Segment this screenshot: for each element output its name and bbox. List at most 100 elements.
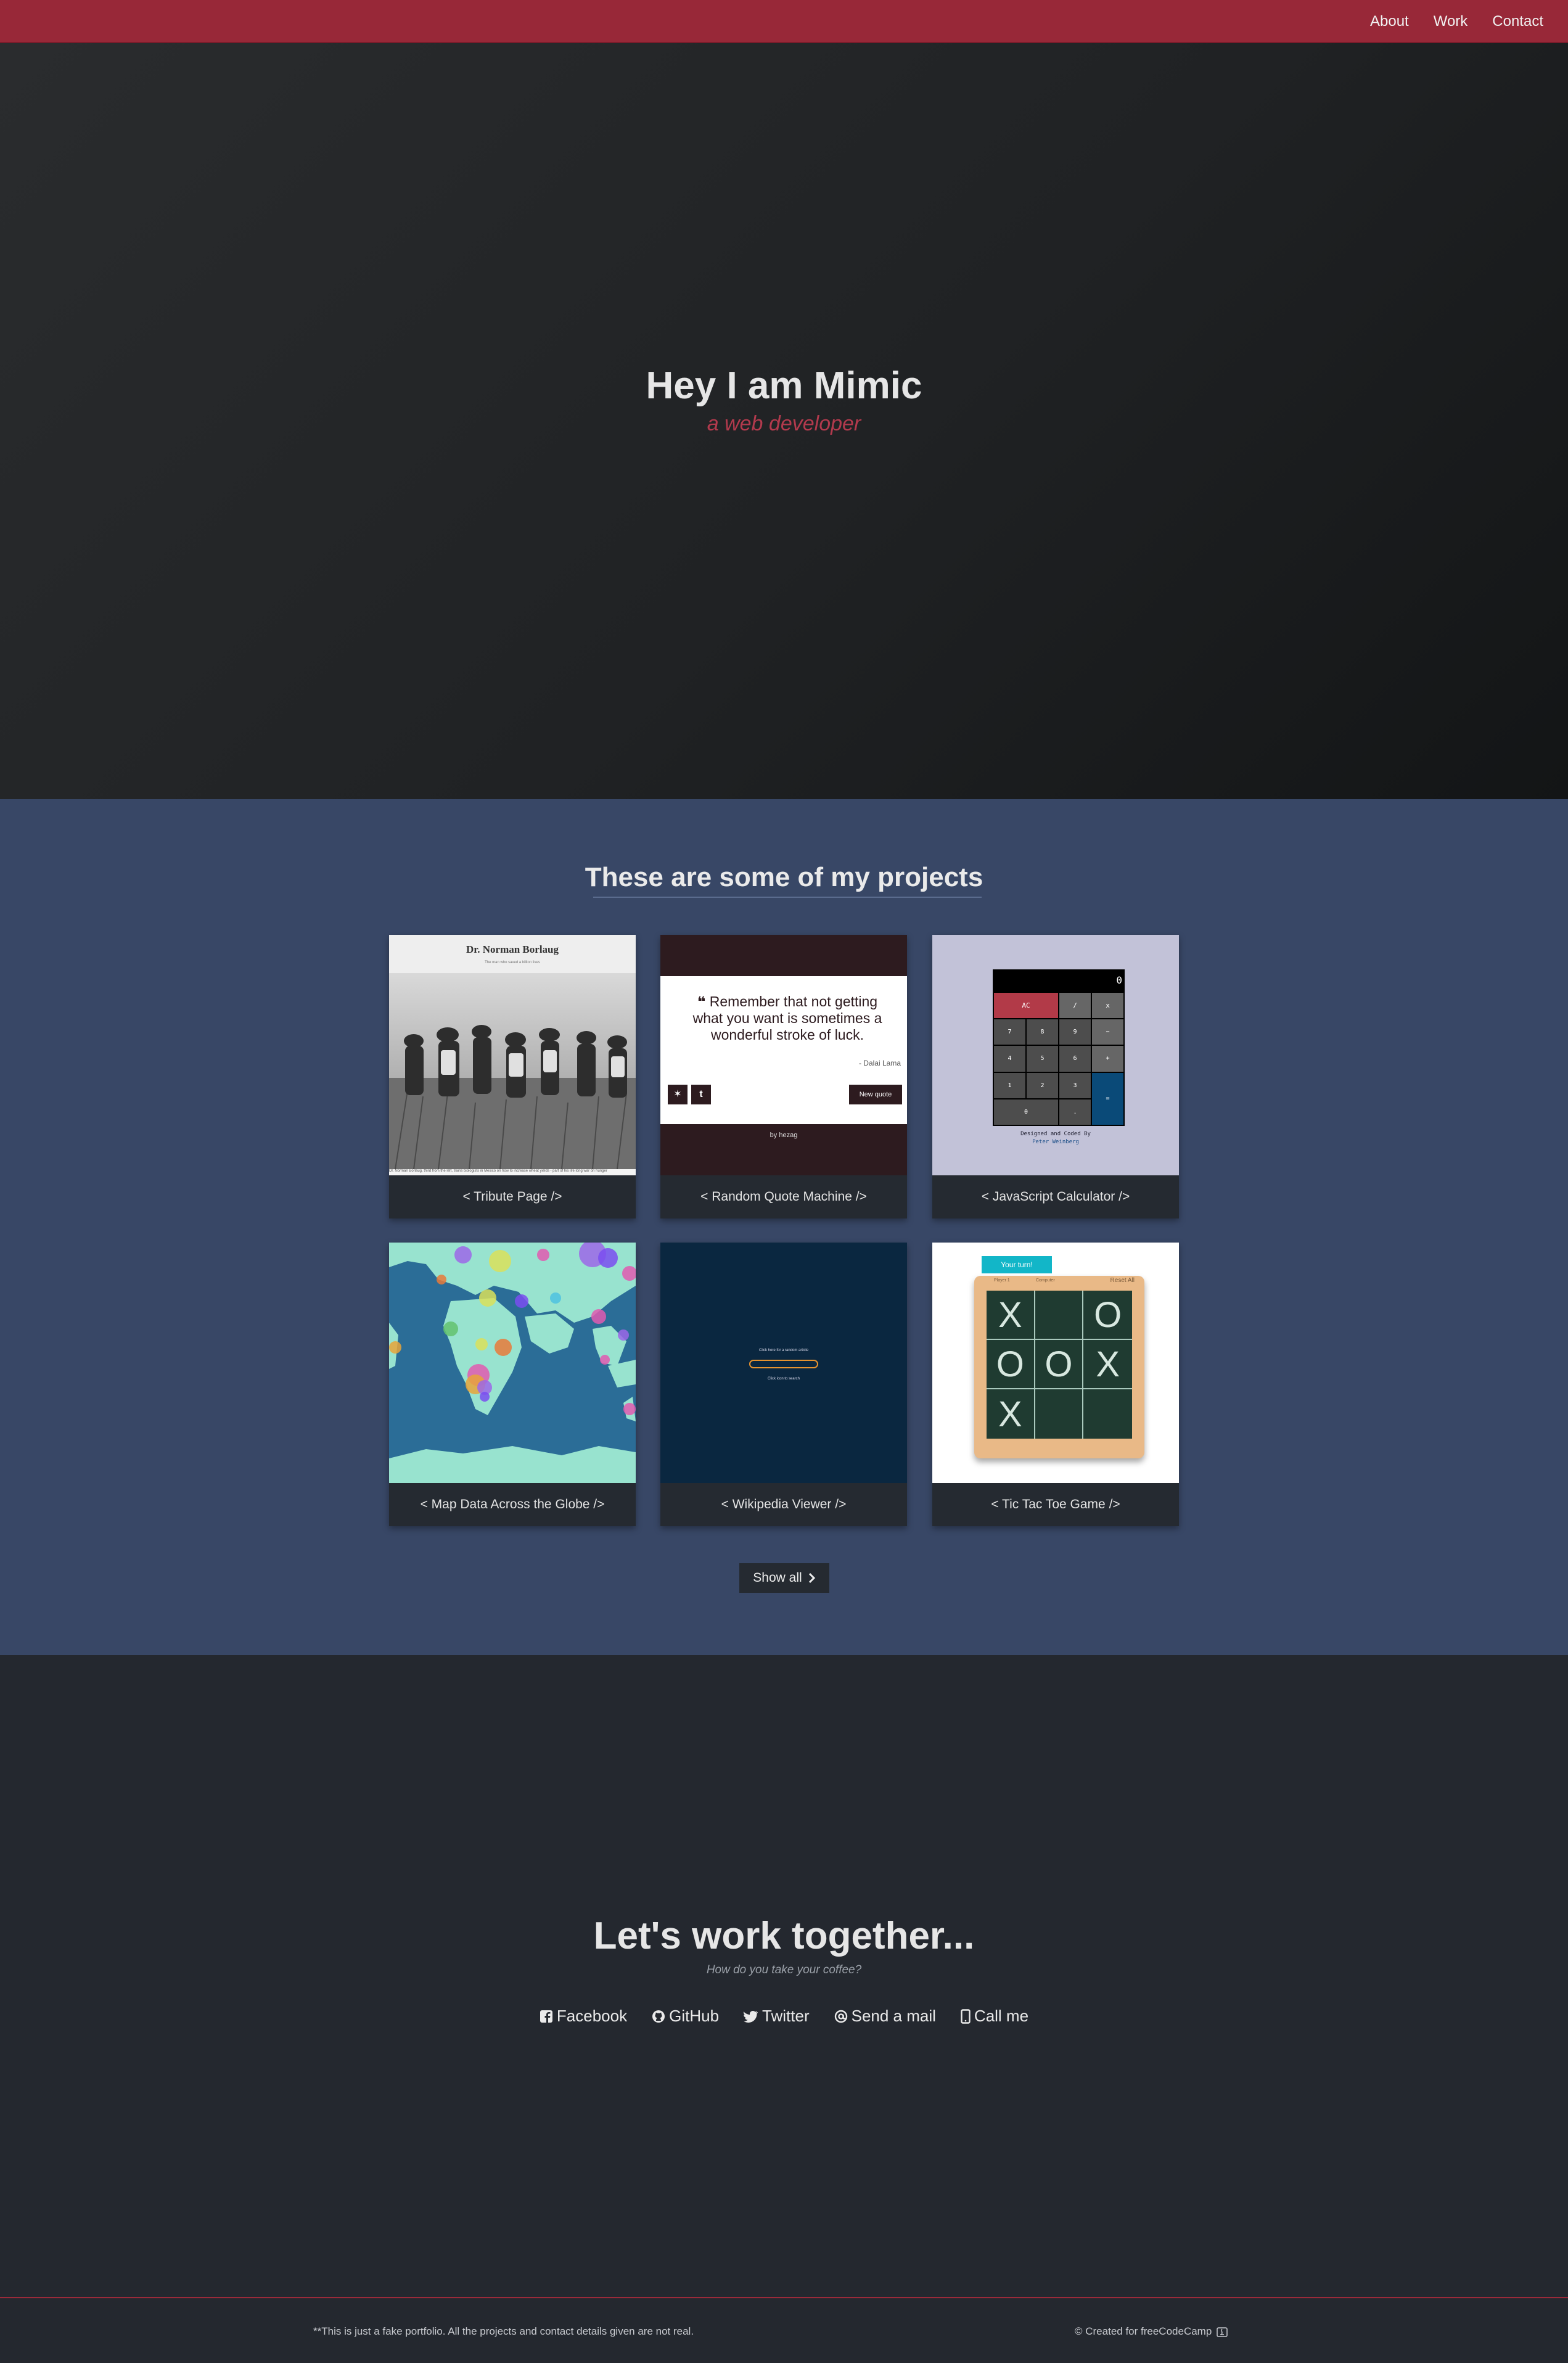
turn-indicator: Your turn! xyxy=(982,1256,1052,1273)
contact-title: Let's work together... xyxy=(593,1915,975,1957)
project-screenshot: Dr. Norman Borlaug The man who saved a b… xyxy=(389,935,636,1175)
github-icon xyxy=(652,2010,665,2023)
project-screenshot: 0 AC / x 7 8 9 − 4 5 6 + 1 2 3 = 0 . Des… xyxy=(932,935,1179,1175)
email-label: Send a mail xyxy=(851,2007,936,2025)
github-link[interactable]: GitHub xyxy=(652,2007,719,2026)
tumblr-button[interactable]: t xyxy=(691,1085,711,1104)
board-cell[interactable] xyxy=(1083,1389,1132,1439)
social-links: Facebook GitHub Twitter Send a mail Call… xyxy=(0,2007,1568,2026)
wiki-random-link[interactable]: Click here for a random article xyxy=(660,1349,907,1352)
email-link[interactable]: Send a mail xyxy=(834,2007,936,2026)
twitter-link[interactable]: Twitter xyxy=(744,2007,810,2026)
hero-title: Hey I am Mimic xyxy=(646,364,922,407)
board-cell[interactable]: O xyxy=(1083,1291,1132,1340)
quote-byline: by hezag xyxy=(770,1132,798,1139)
player-tab: Player 1 xyxy=(994,1278,1010,1283)
projects-section xyxy=(0,799,1568,1655)
nav-link-work[interactable]: Work xyxy=(1434,13,1468,30)
wiki-search-hint: Click icon to search xyxy=(767,1377,800,1381)
nav-link-about[interactable]: About xyxy=(1370,13,1409,30)
quote-author: - Dalai Lama xyxy=(858,1059,901,1067)
calc-key-6[interactable]: 6 xyxy=(1059,1046,1091,1072)
at-sign-icon xyxy=(834,2010,847,2023)
twitter-label: Twitter xyxy=(762,2007,810,2025)
project-caption: < Wikipedia Viewer /> xyxy=(721,1497,847,1511)
project-screenshot: Your turn! Player 1 Computer Reset All X… xyxy=(932,1243,1179,1483)
twitter-icon xyxy=(744,2010,758,2023)
calc-key-plus[interactable]: + xyxy=(1092,1046,1123,1072)
new-quote-button[interactable]: New quote xyxy=(849,1085,902,1104)
calc-key-equals[interactable]: = xyxy=(1092,1072,1123,1125)
github-label: GitHub xyxy=(669,2007,720,2025)
calc-key-9[interactable]: 9 xyxy=(1059,1019,1091,1045)
footer-credit-text: © Created for freeCodeCamp xyxy=(1075,2325,1212,2337)
wiki-search-input[interactable] xyxy=(749,1360,818,1368)
quote-mark-icon: ❝ xyxy=(697,993,706,1009)
calculator-credit-1: Designed and Coded By xyxy=(1020,1131,1091,1137)
contact-tagline: How do you take your coffee? xyxy=(706,1963,862,1976)
project-card-tribute[interactable]: Dr. Norman Borlaug The man who saved a b… xyxy=(389,935,636,1218)
board-cell[interactable]: O xyxy=(1035,1340,1084,1389)
project-screenshot: Click here for a random article Click ic… xyxy=(660,1243,907,1483)
project-screenshot xyxy=(389,1243,636,1483)
top-nav: About Work Contact xyxy=(0,0,1568,43)
calc-key-7[interactable]: 7 xyxy=(994,1019,1025,1045)
project-caption: < JavaScript Calculator /> xyxy=(981,1190,1130,1204)
game-frame: Player 1 Computer Reset All X O O O X X xyxy=(974,1276,1144,1458)
mobile-phone-icon xyxy=(961,2008,971,2024)
nav-link-contact[interactable]: Contact xyxy=(1492,13,1543,30)
board-cell[interactable]: X xyxy=(987,1291,1035,1340)
tribute-photo xyxy=(389,973,636,1169)
calculator-credit-2: Peter Weinberg xyxy=(1032,1139,1079,1145)
board-cell[interactable]: X xyxy=(1083,1340,1132,1389)
phone-label: Call me xyxy=(974,2007,1029,2025)
freecodecamp-icon[interactable] xyxy=(1217,2327,1228,2337)
calc-key-divide[interactable]: / xyxy=(1059,993,1091,1019)
calc-key-multiply[interactable]: x xyxy=(1092,993,1123,1019)
board-cell[interactable] xyxy=(1035,1291,1084,1340)
project-card-quote[interactable]: ❝ Remember that not getting what you wan… xyxy=(660,935,907,1218)
calc-key-4[interactable]: 4 xyxy=(994,1046,1025,1072)
calc-key-3[interactable]: 3 xyxy=(1059,1072,1091,1098)
reset-button[interactable]: Reset All xyxy=(1110,1277,1135,1284)
project-card-map[interactable]: < Map Data Across the Globe /> xyxy=(389,1243,636,1526)
projects-title-underline xyxy=(593,897,982,898)
computer-tab: Computer xyxy=(1036,1278,1055,1283)
calc-key-ac[interactable]: AC xyxy=(994,993,1058,1019)
footer-disclaimer: **This is just a fake portfolio. All the… xyxy=(313,2325,694,2337)
calc-key-decimal[interactable]: . xyxy=(1059,1099,1091,1125)
facebook-icon xyxy=(540,2010,552,2023)
projects-title: These are some of my projects xyxy=(585,862,983,892)
project-caption: < Random Quote Machine /> xyxy=(700,1190,867,1204)
calc-key-0[interactable]: 0 xyxy=(994,1099,1058,1125)
calc-key-minus[interactable]: − xyxy=(1092,1019,1123,1045)
project-card-tictactoe[interactable]: Your turn! Player 1 Computer Reset All X… xyxy=(932,1243,1179,1526)
board-cell[interactable] xyxy=(1035,1389,1084,1439)
game-board: X O O O X X xyxy=(987,1291,1132,1439)
facebook-link[interactable]: Facebook xyxy=(540,2007,627,2026)
calc-key-1[interactable]: 1 xyxy=(994,1072,1025,1098)
tweet-button[interactable]: ✶ xyxy=(668,1085,688,1104)
page-footer: **This is just a fake portfolio. All the… xyxy=(0,2297,1568,2363)
chevron-right-icon xyxy=(808,1572,815,1584)
calc-key-2[interactable]: 2 xyxy=(1027,1072,1058,1098)
calculator-body: 0 AC / x 7 8 9 − 4 5 6 + 1 2 3 = 0 . xyxy=(993,969,1125,1126)
quote-text: Remember that not getting what you want … xyxy=(692,993,882,1043)
show-all-button[interactable]: Show all xyxy=(739,1563,829,1593)
nav-links: About Work Contact xyxy=(1370,0,1543,43)
calc-key-5[interactable]: 5 xyxy=(1027,1046,1058,1072)
calc-key-8[interactable]: 8 xyxy=(1027,1019,1058,1045)
tribute-title: Dr. Norman Borlaug xyxy=(466,943,559,955)
footer-credit: © Created for freeCodeCamp xyxy=(1075,2325,1228,2338)
tribute-footnote: Dr. Norman Borlaug, third from the left,… xyxy=(389,1169,607,1173)
project-card-calculator[interactable]: 0 AC / x 7 8 9 − 4 5 6 + 1 2 3 = 0 . Des… xyxy=(932,935,1179,1218)
phone-link[interactable]: Call me xyxy=(961,2007,1028,2026)
facebook-label: Facebook xyxy=(556,2007,628,2025)
project-card-wikipedia[interactable]: Click here for a random article Click ic… xyxy=(660,1243,907,1526)
project-caption: < Tribute Page /> xyxy=(462,1190,562,1204)
tribute-subtitle: The man who saved a billion lives xyxy=(485,961,540,964)
board-cell[interactable]: X xyxy=(987,1389,1035,1439)
show-all-label: Show all xyxy=(753,1571,802,1585)
board-cell[interactable]: O xyxy=(987,1340,1035,1389)
project-caption: < Tic Tac Toe Game /> xyxy=(991,1497,1120,1511)
